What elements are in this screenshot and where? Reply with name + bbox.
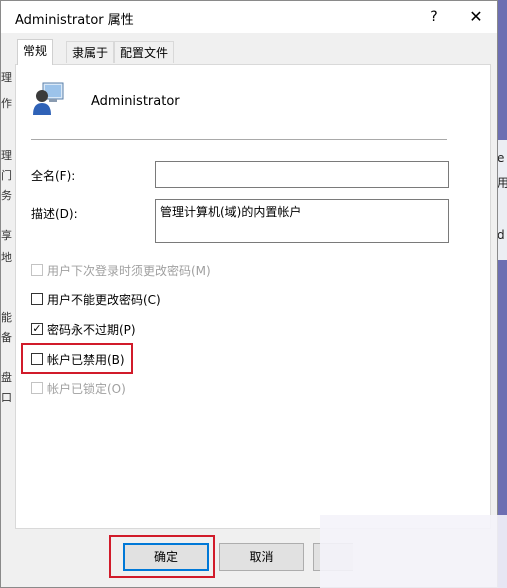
background-text: 理 — [1, 149, 12, 162]
description-input[interactable]: 管理计算机(域)的内置帐户 — [155, 199, 449, 243]
background-text: 门 — [1, 169, 12, 182]
background-text: 理 — [1, 71, 12, 84]
tab-member-of[interactable]: 隶属于 — [66, 41, 115, 63]
properties-dialog: Administrator 属性 ? ✕ 理 作 理 门 务 享 地 能 备 盘… — [0, 0, 498, 588]
checkbox-account-locked[interactable]: 帐户已锁定(O) — [31, 380, 126, 396]
tab-profile[interactable]: 配置文件 — [114, 41, 175, 63]
window-title: Administrator 属性 — [15, 13, 134, 28]
checkbox-box[interactable] — [31, 293, 43, 305]
background-text: e — [497, 151, 505, 165]
checkbox-box[interactable] — [31, 264, 43, 276]
checkbox-cannot-change-password[interactable]: 用户不能更改密码(C) — [31, 291, 161, 307]
background-text: 用 — [497, 176, 507, 190]
close-button[interactable]: ✕ — [463, 5, 489, 29]
background-text: 作 — [1, 97, 12, 110]
user-name: Administrator — [91, 94, 180, 109]
watermark-overlay — [320, 515, 507, 588]
background-text: 盘 — [1, 371, 12, 384]
background-window-left: 理 作 理 门 务 享 地 能 备 盘 口 — [1, 33, 13, 553]
background-text: d — [497, 228, 505, 242]
checkbox-password-never-expires[interactable]: ✓ 密码永不过期(P) — [31, 321, 136, 337]
background-text: 备 — [1, 331, 12, 344]
fullname-label: 全名(F): — [31, 169, 76, 183]
highlight-box — [109, 535, 215, 578]
checkmark-icon[interactable]: ✓ — [31, 323, 43, 335]
background-text: 享 — [1, 229, 12, 242]
background-text: 口 — [1, 391, 12, 404]
separator — [31, 139, 447, 140]
checkbox-label: 用户下次登录时须更改密码(M) — [47, 263, 211, 278]
title-bar[interactable]: Administrator 属性 ? ✕ — [1, 1, 497, 33]
checkbox-label: 密码永不过期(P) — [47, 322, 136, 337]
user-monitor-icon — [33, 82, 64, 115]
help-button[interactable]: ? — [421, 5, 447, 29]
fullname-input[interactable] — [155, 161, 449, 188]
tab-general[interactable]: 常规 — [17, 39, 54, 65]
background-text: 务 — [1, 189, 12, 202]
checkbox-label: 帐户已锁定(O) — [47, 381, 126, 396]
checkbox-box[interactable] — [31, 382, 43, 394]
highlight-box — [21, 343, 133, 374]
checkbox-label: 用户不能更改密码(C) — [47, 292, 161, 307]
background-text: 能 — [1, 311, 12, 324]
checkbox-must-change-password[interactable]: 用户下次登录时须更改密码(M) — [31, 262, 211, 278]
background-text: 地 — [1, 251, 12, 264]
description-label: 描述(D): — [31, 207, 78, 221]
cancel-button[interactable]: 取消 — [219, 543, 304, 571]
